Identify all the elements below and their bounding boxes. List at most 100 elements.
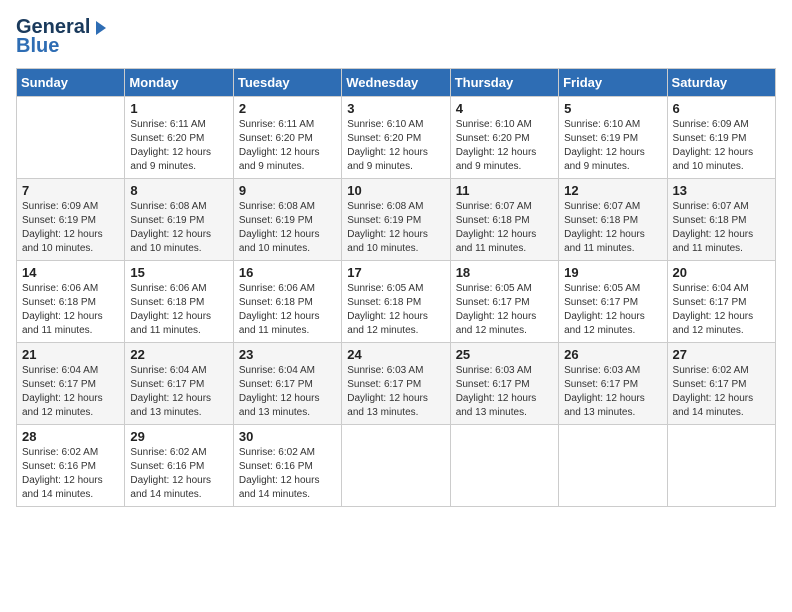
calendar-cell: 28Sunrise: 6:02 AMSunset: 6:16 PMDayligh… — [17, 425, 125, 507]
day-info: Sunrise: 6:11 AMSunset: 6:20 PMDaylight:… — [130, 118, 227, 174]
logo-arrow-icon — [92, 19, 110, 37]
day-info: Sunrise: 6:07 AMSunset: 6:18 PMDaylight:… — [456, 200, 553, 256]
logo-text: General Blue — [16, 16, 110, 58]
col-header-monday: Monday — [125, 69, 233, 97]
calendar-cell: 6 Sunrise: 6:09 AMSunset: 6:19 PMDaylight… — [667, 97, 775, 179]
day-number: 24 — [347, 347, 444, 362]
day-info: Sunrise: 6:11 AMSunset: 6:20 PMDaylight:… — [239, 118, 336, 174]
day-number: 29 — [130, 429, 227, 444]
day-number: 30 — [239, 429, 336, 444]
day-number: 7 — [22, 183, 119, 198]
day-info: Sunrise: 6:10 AMSunset: 6:20 PMDaylight:… — [347, 118, 444, 174]
day-number: 23 — [239, 347, 336, 362]
day-info: Sunrise: 6:04 AMSunset: 6:17 PMDaylight:… — [22, 364, 119, 420]
day-info: Sunrise: 6:05 AMSunset: 6:17 PMDaylight:… — [456, 282, 553, 338]
calendar-week-4: 21 Sunrise: 6:04 AMSunset: 6:17 PMDayligh… — [17, 343, 776, 425]
calendar-cell — [17, 97, 125, 179]
day-number: 22 — [130, 347, 227, 362]
day-number: 16 — [239, 265, 336, 280]
calendar-cell: 15Sunrise: 6:06 AMSunset: 6:18 PMDayligh… — [125, 261, 233, 343]
day-number: 2 — [239, 101, 336, 116]
calendar-cell — [342, 425, 450, 507]
calendar-cell — [559, 425, 667, 507]
day-info: Sunrise: 6:06 AMSunset: 6:18 PMDaylight:… — [22, 282, 119, 338]
day-number: 5 — [564, 101, 661, 116]
calendar-cell — [450, 425, 558, 507]
col-header-sunday: Sunday — [17, 69, 125, 97]
day-info: Sunrise: 6:04 AMSunset: 6:17 PMDaylight:… — [130, 364, 227, 420]
calendar-cell: 29 Sunrise: 6:02 AMSunset: 6:16 PMDayligh… — [125, 425, 233, 507]
day-info: Sunrise: 6:04 AMSunset: 6:17 PMDaylight:… — [673, 282, 770, 338]
day-number: 28 — [22, 429, 119, 444]
calendar-cell: 8 Sunrise: 6:08 AMSunset: 6:19 PMDaylight… — [125, 179, 233, 261]
day-info: Sunrise: 6:09 AMSunset: 6:19 PMDaylight:… — [673, 118, 770, 174]
col-header-saturday: Saturday — [667, 69, 775, 97]
day-info: Sunrise: 6:08 AMSunset: 6:19 PMDaylight:… — [239, 200, 336, 256]
calendar-cell: 19Sunrise: 6:05 AMSunset: 6:17 PMDayligh… — [559, 261, 667, 343]
calendar-cell: 22 Sunrise: 6:04 AMSunset: 6:17 PMDayligh… — [125, 343, 233, 425]
calendar-cell — [667, 425, 775, 507]
day-info: Sunrise: 6:05 AMSunset: 6:17 PMDaylight:… — [564, 282, 661, 338]
day-info: Sunrise: 6:07 AMSunset: 6:18 PMDaylight:… — [673, 200, 770, 256]
day-info: Sunrise: 6:04 AMSunset: 6:17 PMDaylight:… — [239, 364, 336, 420]
day-number: 20 — [673, 265, 770, 280]
calendar-cell: 26 Sunrise: 6:03 AMSunset: 6:17 PMDayligh… — [559, 343, 667, 425]
calendar-cell: 25Sunrise: 6:03 AMSunset: 6:17 PMDayligh… — [450, 343, 558, 425]
day-number: 11 — [456, 183, 553, 198]
col-header-tuesday: Tuesday — [233, 69, 341, 97]
col-header-wednesday: Wednesday — [342, 69, 450, 97]
calendar-week-5: 28 Sunrise: 6:02 AMSunset: 6:16 PMDayligh… — [17, 425, 776, 507]
logo-blue: Blue — [16, 35, 59, 58]
day-info: Sunrise: 6:03 AMSunset: 6:17 PMDaylight:… — [564, 364, 661, 420]
calendar-cell: 14 Sunrise: 6:06 AMSunset: 6:18 PMDayligh… — [17, 261, 125, 343]
day-number: 17 — [347, 265, 444, 280]
day-info: Sunrise: 6:06 AMSunset: 6:18 PMDaylight:… — [130, 282, 227, 338]
col-header-thursday: Thursday — [450, 69, 558, 97]
calendar-cell: 1 Sunrise: 6:11 AMSunset: 6:20 PMDaylight… — [125, 97, 233, 179]
day-number: 6 — [673, 101, 770, 116]
day-info: Sunrise: 6:03 AMSunset: 6:17 PMDaylight:… — [456, 364, 553, 420]
calendar-week-3: 14 Sunrise: 6:06 AMSunset: 6:18 PMDayligh… — [17, 261, 776, 343]
day-info: Sunrise: 6:09 AMSunset: 6:19 PMDaylight:… — [22, 200, 119, 256]
calendar-table: SundayMondayTuesdayWednesdayThursdayFrid… — [16, 68, 776, 507]
calendar-cell: 20 Sunrise: 6:04 AMSunset: 6:17 PMDayligh… — [667, 261, 775, 343]
calendar-cell: 7 Sunrise: 6:09 AMSunset: 6:19 PMDaylight… — [17, 179, 125, 261]
day-number: 3 — [347, 101, 444, 116]
calendar-cell: 12Sunrise: 6:07 AMSunset: 6:18 PMDayligh… — [559, 179, 667, 261]
day-number: 12 — [564, 183, 661, 198]
day-number: 9 — [239, 183, 336, 198]
calendar-cell: 4 Sunrise: 6:10 AMSunset: 6:20 PMDaylight… — [450, 97, 558, 179]
day-info: Sunrise: 6:03 AMSunset: 6:17 PMDaylight:… — [347, 364, 444, 420]
calendar-cell: 27Sunrise: 6:02 AMSunset: 6:17 PMDayligh… — [667, 343, 775, 425]
day-info: Sunrise: 6:08 AMSunset: 6:19 PMDaylight:… — [347, 200, 444, 256]
calendar-cell: 18 Sunrise: 6:05 AMSunset: 6:17 PMDayligh… — [450, 261, 558, 343]
day-info: Sunrise: 6:02 AMSunset: 6:16 PMDaylight:… — [130, 446, 227, 502]
calendar-cell: 9 Sunrise: 6:08 AMSunset: 6:19 PMDaylight… — [233, 179, 341, 261]
day-number: 21 — [22, 347, 119, 362]
calendar-cell: 13 Sunrise: 6:07 AMSunset: 6:18 PMDayligh… — [667, 179, 775, 261]
col-header-friday: Friday — [559, 69, 667, 97]
calendar-cell: 11 Sunrise: 6:07 AMSunset: 6:18 PMDayligh… — [450, 179, 558, 261]
day-info: Sunrise: 6:08 AMSunset: 6:19 PMDaylight:… — [130, 200, 227, 256]
day-info: Sunrise: 6:02 AMSunset: 6:17 PMDaylight:… — [673, 364, 770, 420]
day-number: 18 — [456, 265, 553, 280]
day-number: 4 — [456, 101, 553, 116]
calendar-cell: 2 Sunrise: 6:11 AMSunset: 6:20 PMDaylight… — [233, 97, 341, 179]
calendar-cell: 24 Sunrise: 6:03 AMSunset: 6:17 PMDayligh… — [342, 343, 450, 425]
page-header: General Blue — [16, 16, 776, 58]
day-number: 10 — [347, 183, 444, 198]
day-info: Sunrise: 6:06 AMSunset: 6:18 PMDaylight:… — [239, 282, 336, 338]
day-number: 1 — [130, 101, 227, 116]
logo: General Blue — [16, 16, 110, 58]
day-number: 26 — [564, 347, 661, 362]
calendar-cell: 17Sunrise: 6:05 AMSunset: 6:18 PMDayligh… — [342, 261, 450, 343]
day-number: 13 — [673, 183, 770, 198]
calendar-cell: 21 Sunrise: 6:04 AMSunset: 6:17 PMDayligh… — [17, 343, 125, 425]
calendar-cell: 16 Sunrise: 6:06 AMSunset: 6:18 PMDayligh… — [233, 261, 341, 343]
day-info: Sunrise: 6:10 AMSunset: 6:19 PMDaylight:… — [564, 118, 661, 174]
day-number: 14 — [22, 265, 119, 280]
calendar-cell: 3 Sunrise: 6:10 AMSunset: 6:20 PMDaylight… — [342, 97, 450, 179]
day-info: Sunrise: 6:10 AMSunset: 6:20 PMDaylight:… — [456, 118, 553, 174]
day-number: 8 — [130, 183, 227, 198]
calendar-cell: 23 Sunrise: 6:04 AMSunset: 6:17 PMDayligh… — [233, 343, 341, 425]
